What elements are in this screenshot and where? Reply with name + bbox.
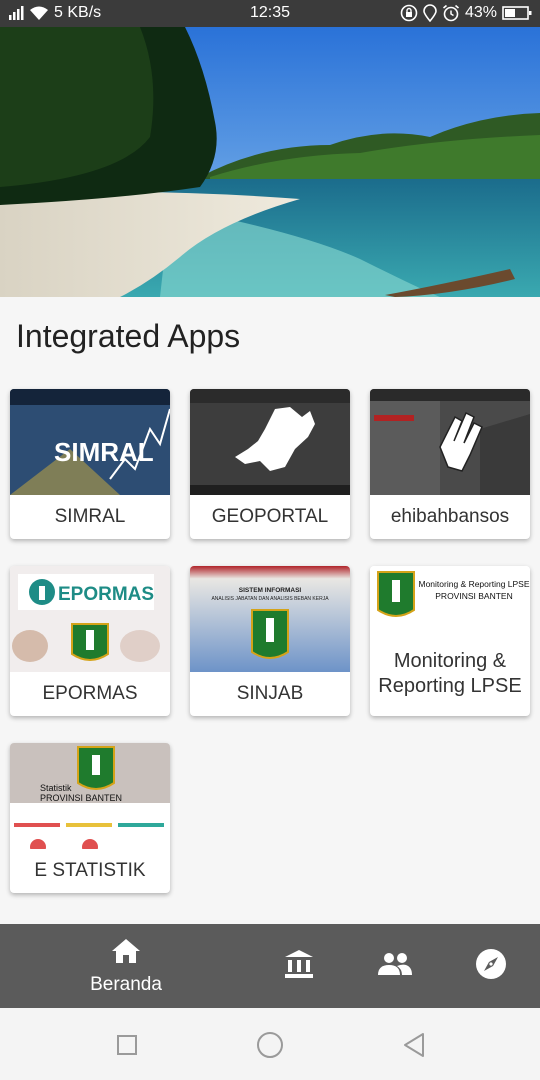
geoportal-thumbnail	[190, 389, 350, 495]
sinjab-thumb-title: SISTEM INFORMASI	[239, 587, 302, 594]
app-card-monitoring-lpse[interactable]: Monitoring & Reporting LPSE PROVINSI BAN…	[370, 566, 530, 716]
square-icon	[117, 1035, 137, 1055]
app-card-e-statistik[interactable]: Statistik PROVINSI BANTEN E STATISTIK	[10, 743, 170, 893]
app-card-geoportal[interactable]: GEOPORTAL	[190, 389, 350, 539]
section-title: Integrated Apps	[16, 318, 241, 354]
lock-rotation-icon	[400, 4, 418, 22]
lpse-thumbnail: Monitoring & Reporting LPSE PROVINSI BAN…	[370, 566, 530, 630]
battery-percent: 43%	[464, 4, 497, 21]
app-card-epormas[interactable]: EPORMAS EPORMAS	[10, 566, 170, 716]
app-label: E STATISTIK	[34, 860, 146, 881]
back-triangle-icon	[404, 1033, 424, 1057]
epormas-thumb-text: EPORMAS	[58, 584, 154, 605]
people-icon	[377, 951, 413, 982]
battery-icon	[502, 5, 532, 21]
app-card-sinjab[interactable]: SISTEM INFORMASI ANALISIS JABATAN DAN AN…	[190, 566, 350, 716]
app-card-simral[interactable]: SIMRAL SIMRAL	[10, 389, 170, 539]
hero-banner-image	[0, 27, 540, 297]
app-label: SIMRAL	[54, 506, 126, 527]
nav-item-explore[interactable]	[458, 924, 524, 1008]
nav-item-institution[interactable]	[266, 924, 332, 1008]
recent-apps-button[interactable]	[110, 1028, 144, 1062]
compass-icon	[474, 947, 508, 986]
app-card-ehibahbansos[interactable]: ehibahbansos	[370, 389, 530, 539]
app-label: Monitoring & Reporting LPSE	[378, 650, 522, 697]
e-statistik-thumbnail: Statistik PROVINSI BANTEN	[10, 743, 170, 849]
e-statistik-thumb-subtitle: PROVINSI BANTEN	[40, 793, 122, 803]
app-label: SINJAB	[236, 683, 304, 704]
app-label: GEOPORTAL	[211, 506, 329, 527]
status-bar: 5 KB/s 12:35 43%	[0, 0, 540, 27]
bottom-navigation: Beranda	[0, 924, 540, 1008]
simral-thumbnail: SIMRAL	[10, 389, 170, 495]
home-button[interactable]	[253, 1028, 287, 1062]
institution-icon	[283, 948, 315, 985]
app-label: EPORMAS	[42, 683, 138, 704]
back-button[interactable]	[397, 1028, 431, 1062]
simral-thumb-text: SIMRAL	[54, 437, 154, 467]
app-label: ehibahbansos	[390, 506, 510, 527]
sinjab-thumb-subtitle: ANALISIS JABATAN DAN ANALISIS BEBAN KERJ…	[211, 596, 329, 602]
location-icon	[423, 4, 437, 22]
nav-item-people[interactable]	[362, 924, 428, 1008]
e-statistik-thumb-title: Statistik	[40, 783, 72, 793]
system-navigation-bar	[0, 1008, 540, 1080]
circle-icon	[257, 1032, 283, 1058]
epormas-thumbnail: EPORMAS	[10, 566, 170, 672]
nav-item-beranda[interactable]: Beranda	[78, 924, 174, 1008]
home-icon	[110, 937, 142, 970]
nav-label-beranda: Beranda	[90, 973, 162, 995]
sinjab-thumbnail: SISTEM INFORMASI ANALISIS JABATAN DAN AN…	[190, 566, 350, 672]
lpse-thumb-subtitle: PROVINSI BANTEN	[435, 591, 512, 601]
lpse-thumb-title: Monitoring & Reporting LPSE	[418, 579, 529, 589]
ehibahbansos-thumbnail	[370, 389, 530, 495]
alarm-icon	[442, 4, 460, 22]
